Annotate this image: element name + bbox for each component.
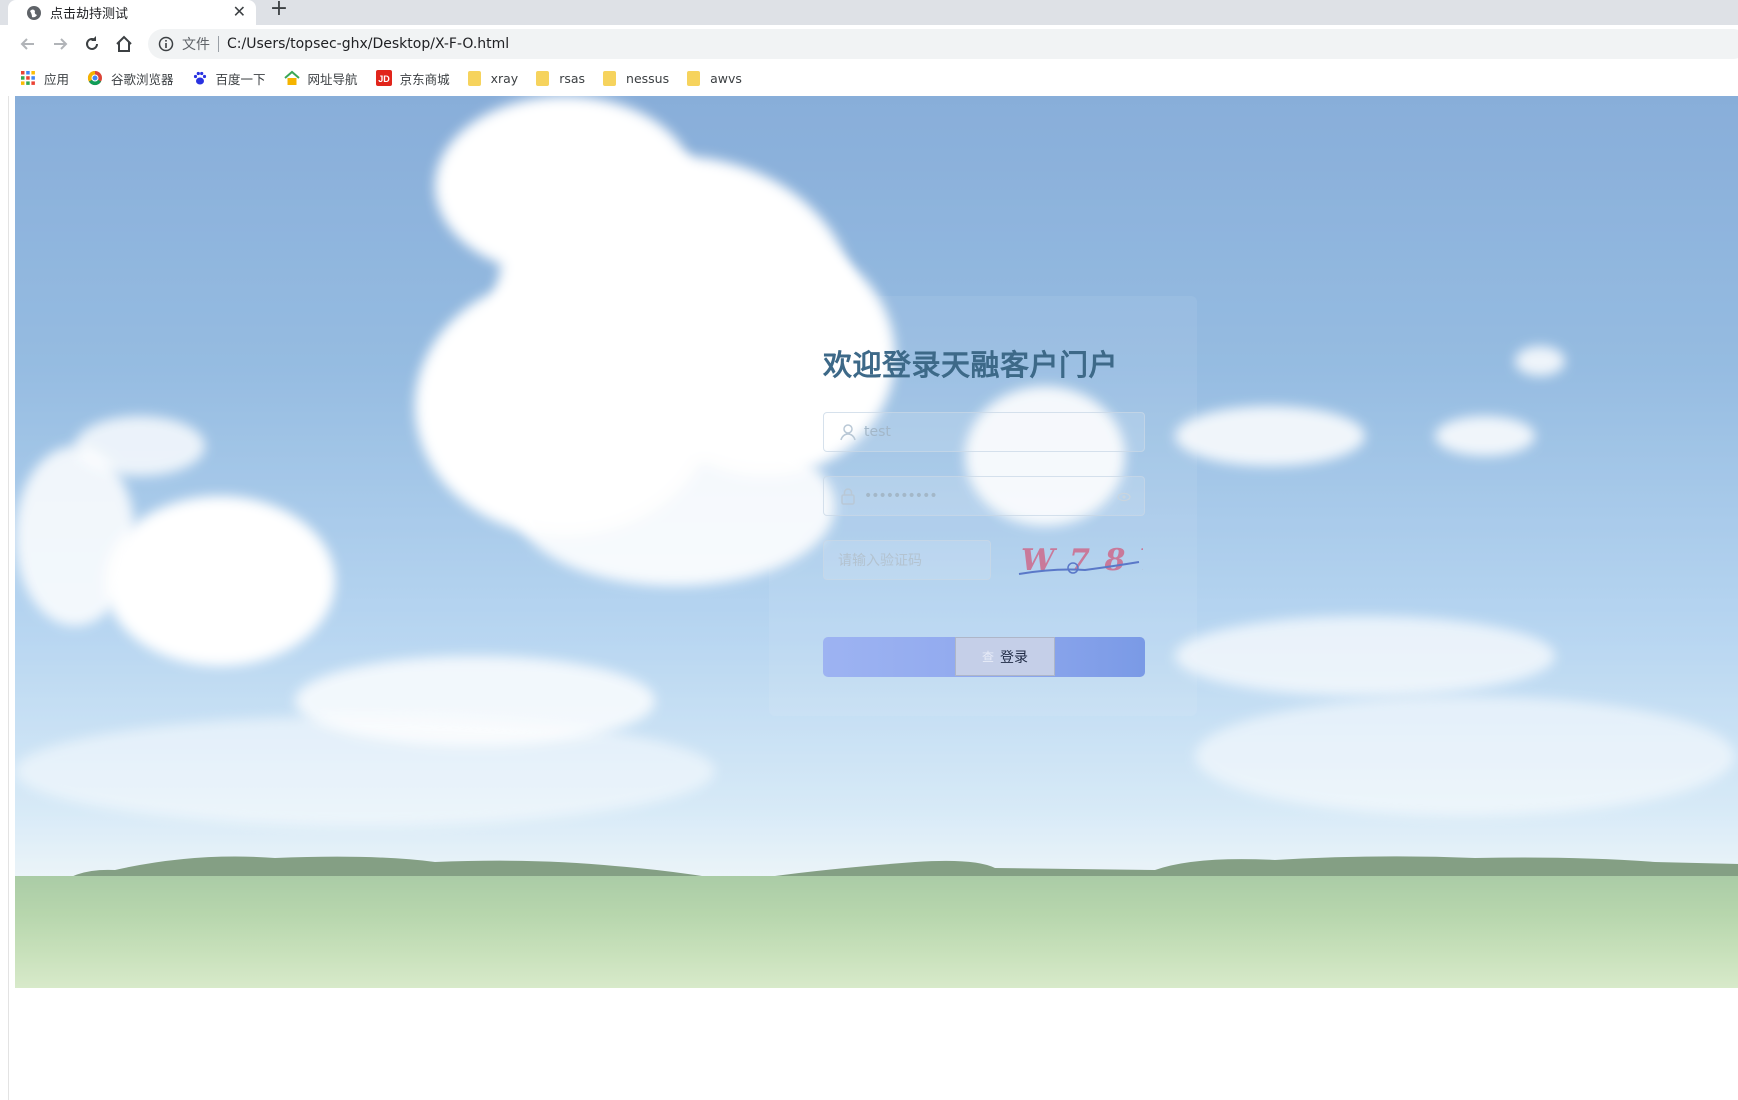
bookmarks-bar: 应用 谷歌浏览器 百度一下 网址导航 JD 京东商城 xray rsas nes… xyxy=(0,63,1738,93)
forward-button[interactable] xyxy=(49,33,71,55)
username-value: test xyxy=(864,424,891,440)
home-icon xyxy=(116,35,132,52)
user-icon xyxy=(840,424,856,441)
bookmark-folder-nessus[interactable]: nessus xyxy=(603,70,670,86)
bookmark-hao123[interactable]: 网址导航 xyxy=(283,69,358,88)
bookmark-label: 京东商城 xyxy=(399,71,450,87)
login-button-face[interactable]: 查 登录 xyxy=(955,637,1055,676)
reload-button[interactable] xyxy=(81,33,103,55)
back-button[interactable] xyxy=(17,33,39,55)
bookmark-folder-xray[interactable]: xray xyxy=(467,70,519,86)
hao123-house-icon xyxy=(283,70,300,85)
folder-icon xyxy=(536,70,550,86)
globe-icon xyxy=(27,5,41,20)
bookmark-jd[interactable]: JD 京东商城 xyxy=(375,69,450,88)
bookmark-folder-awvs[interactable]: awvs xyxy=(687,70,742,86)
svg-text:JD: JD xyxy=(378,74,390,84)
tab-title: 点击劫持测试 xyxy=(50,7,129,22)
bookmark-folder-rsas[interactable]: rsas xyxy=(536,70,586,86)
bookmark-baidu[interactable]: 百度一下 xyxy=(192,69,266,88)
page-viewport: 欢迎登录天融客户门户 test •••••••••• 请输入验证码 W 7 8 … xyxy=(8,96,1738,1100)
bookmark-apps[interactable]: 应用 xyxy=(20,69,69,88)
apps-grid-icon xyxy=(21,71,35,85)
home-button[interactable] xyxy=(113,33,135,55)
address-bar[interactable]: 文件 C:/Users/topsec-ghx/Desktop/X-F-O.htm… xyxy=(148,29,1738,59)
captcha-text: W 7 8 Y xyxy=(1021,543,1143,578)
password-field[interactable]: •••••••••• xyxy=(823,476,1145,516)
baidu-paw-icon xyxy=(193,71,206,85)
captcha-placeholder: 请输入验证码 xyxy=(838,553,922,569)
login-button[interactable]: 查 登录 xyxy=(823,637,1145,677)
bookmark-label: nessus xyxy=(626,70,670,86)
bookmark-label: rsas xyxy=(559,70,586,86)
eye-icon[interactable] xyxy=(1116,489,1132,505)
new-tab-button[interactable]: + xyxy=(268,0,290,22)
captcha-input[interactable]: 请输入验证码 xyxy=(823,540,991,580)
forward-arrow-icon xyxy=(54,38,68,50)
bookmark-label: 应用 xyxy=(44,71,70,87)
tab-active[interactable]: 点击劫持测试 ✕ xyxy=(8,0,256,25)
bookmark-label: 谷歌浏览器 xyxy=(111,71,174,87)
tab-close-icon[interactable]: ✕ xyxy=(233,2,246,21)
folder-icon xyxy=(467,70,481,86)
tab-strip: 点击劫持测试 ✕ + xyxy=(0,0,1738,25)
login-button-label: 登录 xyxy=(1000,649,1028,666)
password-value: •••••••••• xyxy=(864,488,938,504)
jd-logo-icon: JD xyxy=(375,70,392,86)
bookmark-label: awvs xyxy=(710,70,742,86)
bookmark-label: 网址导航 xyxy=(307,71,358,87)
bookmark-label: xray xyxy=(490,70,519,86)
captcha-image[interactable]: W 7 8 Y xyxy=(1015,538,1143,582)
info-icon[interactable] xyxy=(158,36,174,52)
lock-icon xyxy=(841,488,855,505)
folder-icon xyxy=(603,70,617,86)
bookmark-label: 百度一下 xyxy=(215,71,266,87)
folder-icon xyxy=(687,70,701,86)
login-button-ghost-text: 查 xyxy=(981,650,994,664)
address-url[interactable]: C:/Users/topsec-ghx/Desktop/X-F-O.html xyxy=(227,36,509,52)
back-arrow-icon xyxy=(20,38,34,50)
login-title: 欢迎登录天融客户门户 xyxy=(823,348,1119,382)
chrome-icon xyxy=(87,70,103,86)
address-scheme-label: 文件 xyxy=(182,37,210,53)
browser-toolbar: 文件 C:/Users/topsec-ghx/Desktop/X-F-O.htm… xyxy=(0,25,1738,63)
username-field[interactable]: test xyxy=(823,412,1145,452)
reload-icon xyxy=(86,36,98,50)
bookmark-chrome[interactable]: 谷歌浏览器 xyxy=(87,69,174,88)
address-separator xyxy=(218,36,219,52)
